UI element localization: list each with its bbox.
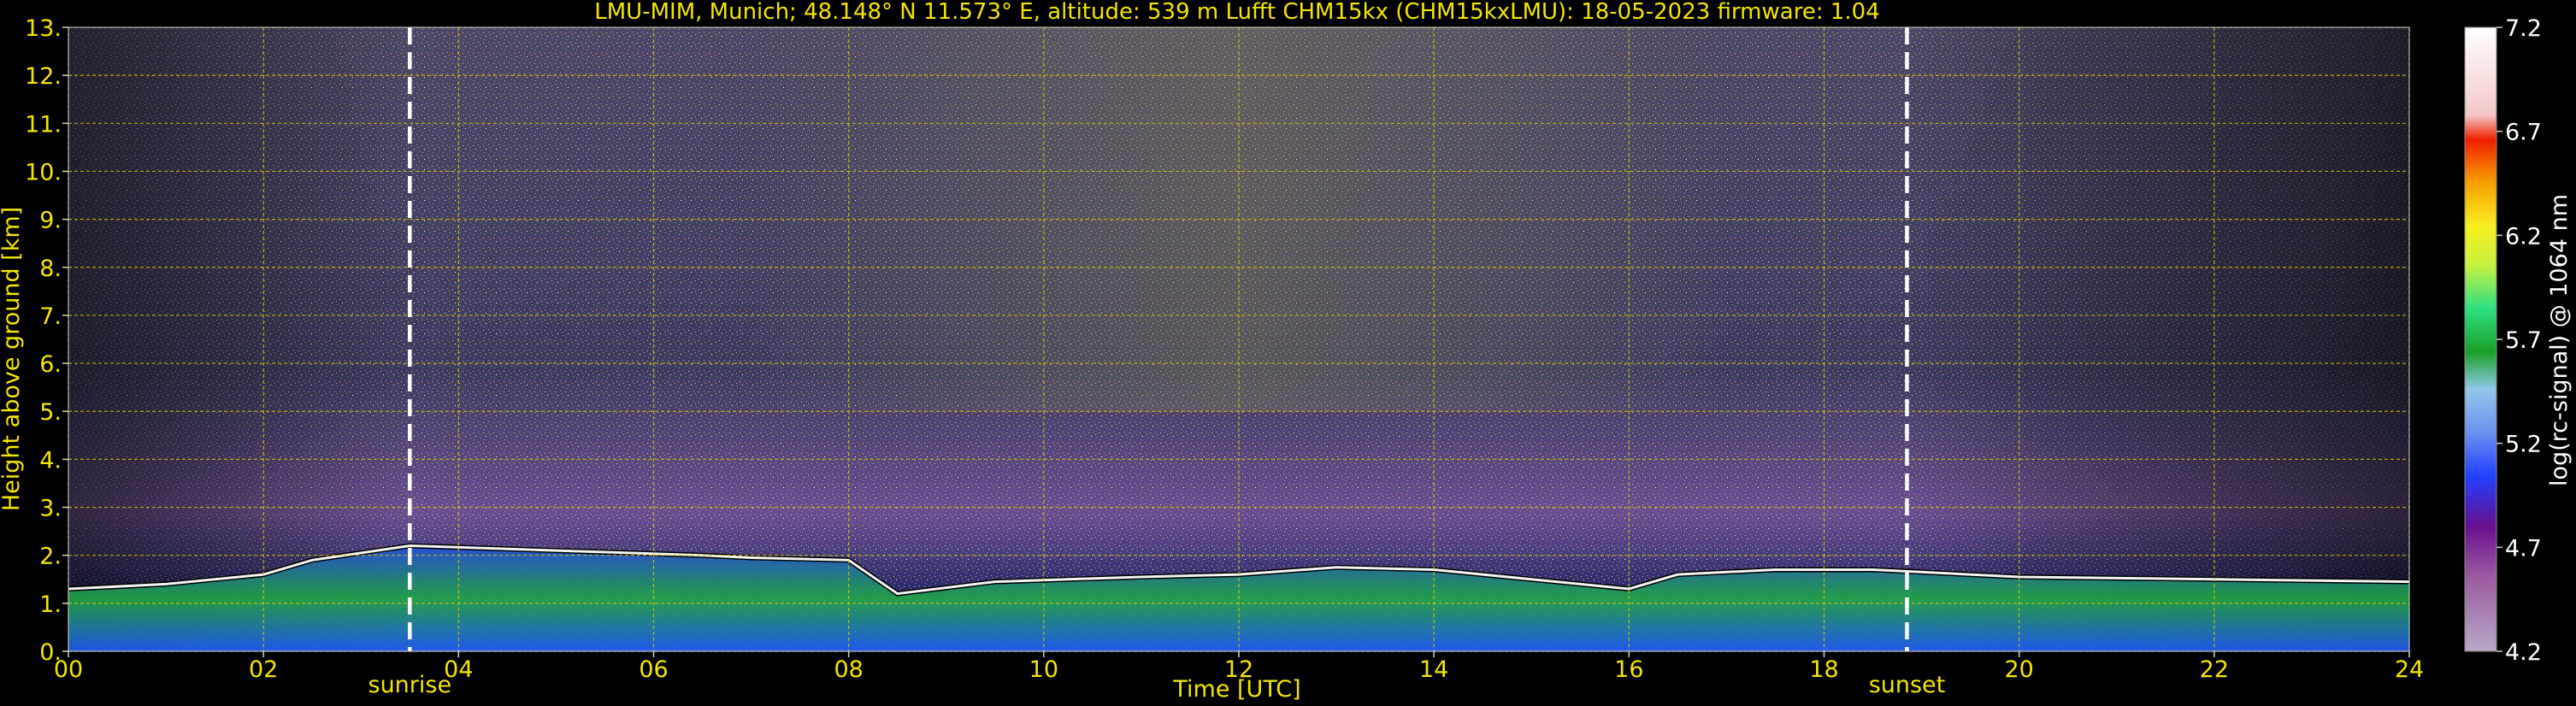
ceilometer-chart: sunrise sunset 00 02 04 06 08 10 12 14 16 18 20 22 24… [0, 0, 2573, 703]
y-axis-label: Height above ground [km] [0, 207, 25, 511]
x-tick-label: 04 [444, 656, 473, 683]
y-tick-label: 9. [39, 208, 62, 234]
colorbar-tick-label: 4.7 [2505, 535, 2542, 562]
y-axis-ticks: 0. 1. 2. 3. 4. 5. 6. 7. 8. 9. 10. 11. 12. 13. [25, 15, 68, 666]
y-tick-label: 8. [39, 256, 62, 282]
y-tick-label: 2. [39, 544, 62, 570]
sun-marker-label: sunset [1869, 672, 1946, 698]
y-tick-label: 5. [39, 399, 62, 426]
x-tick-label: 06 [639, 656, 668, 683]
y-tick-label: 0. [39, 639, 62, 666]
x-tick-label: 08 [834, 656, 863, 683]
x-tick-label: 10 [1029, 656, 1058, 683]
x-tick-label: 02 [249, 656, 278, 683]
y-tick-label: 1. [39, 591, 62, 618]
colorbar-tick-label: 5.2 [2505, 432, 2542, 458]
colorbar-tick-label: 4.2 [2505, 639, 2542, 666]
colorbar-tick-label: 6.2 [2505, 223, 2542, 250]
y-tick-label: 10. [25, 159, 62, 185]
y-tick-label: 3. [39, 496, 62, 522]
y-tick-label: 13. [25, 15, 62, 42]
y-tick-label: 6. [39, 351, 62, 378]
x-axis-label: Time [UTC] [1172, 676, 1300, 703]
sun-marker-label: sunrise [368, 672, 452, 698]
x-tick-label: 16 [1614, 656, 1643, 683]
x-tick-label: 14 [1419, 656, 1448, 683]
colorbar-label: log(rc-signal) @ 1064 nm [2546, 194, 2573, 486]
y-tick-label: 12. [25, 63, 62, 90]
y-tick-label: 11. [25, 111, 62, 138]
colorbar-gradient [2464, 26, 2497, 652]
y-tick-label: 4. [39, 447, 62, 474]
colorbar: 4.2 4.7 5.2 5.7 6.2 6.7 7.2 [2464, 15, 2542, 666]
y-tick-label: 7. [39, 303, 62, 330]
x-tick-label: 24 [2395, 656, 2424, 683]
x-tick-label: 18 [1809, 656, 1838, 683]
night-shade-right [1907, 27, 2409, 651]
colorbar-tick-label: 6.7 [2505, 120, 2542, 146]
x-tick-label: 22 [2200, 656, 2229, 683]
colorbar-tick-label: 7.2 [2505, 15, 2542, 42]
colorbar-tick-label: 5.7 [2505, 327, 2542, 354]
x-tick-label: 20 [2004, 656, 2033, 683]
chart-title: LMU-MIM, Munich; 48.148° N 11.573° E, al… [594, 0, 1879, 25]
